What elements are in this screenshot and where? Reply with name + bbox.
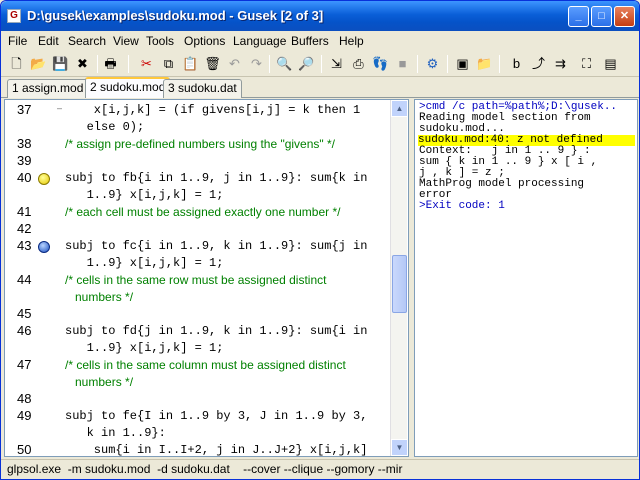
line-number-gutter: 37 – 38 39 40 41 42 43 44 45 46 47 48 49… (5, 100, 65, 456)
line-number: 49 (17, 408, 32, 423)
settings-icon[interactable]: ⚙ (423, 54, 442, 73)
menu-bar: File Edit Search View Tools Options Lang… (1, 31, 639, 51)
toolbar-separator (269, 55, 270, 73)
fullscreen-icon[interactable]: ⛶ (577, 54, 596, 73)
menu-edit[interactable]: Edit (38, 34, 59, 48)
line-number: 37 (17, 102, 32, 117)
tab-sudoku-dat[interactable]: 3 sudoku.dat (163, 79, 242, 98)
tab-sudoku-mod[interactable]: 2 sudoku.mod (85, 77, 171, 98)
status-bar: glpsol.exe -m sudoku.mod -d sudoku.dat -… (1, 459, 639, 479)
close-button[interactable]: ✕ (614, 6, 635, 27)
save-file-icon[interactable]: 💾 (51, 54, 70, 73)
redo-icon[interactable]: ↷ (247, 54, 266, 73)
toolbar-separator (447, 55, 448, 73)
copy-icon[interactable]: ⧉ (159, 54, 178, 73)
toolbar-separator (417, 55, 418, 73)
code-editor[interactable]: 37 – 38 39 40 41 42 43 44 45 46 47 48 49… (4, 99, 409, 457)
code-line: 1..9} x[i,j,k] = 1; (65, 341, 224, 355)
menu-tools[interactable]: Tools (146, 34, 174, 48)
line-number: 47 (17, 357, 32, 372)
code-comment: numbers */ (65, 290, 134, 304)
close-file-icon[interactable]: ✖ (73, 54, 92, 73)
code-line: sum{i in I..I+2, j in J..J+2} x[i,j,k] (65, 443, 368, 456)
print-icon[interactable]: 🖶 (101, 54, 120, 73)
menu-buffers[interactable]: Buffers (291, 34, 329, 48)
vertical-scrollbar[interactable]: ▲ ▼ (390, 100, 408, 456)
code-line: 1..9} x[i,j,k] = 1; (65, 188, 224, 202)
undo-icon[interactable]: ↶ (225, 54, 244, 73)
buffer-tabs: 1 assign.mod 2 sudoku.mod 3 sudoku.dat (1, 77, 639, 98)
compile-icon[interactable]: ⎙ (349, 54, 368, 73)
toolbar-separator (499, 55, 500, 73)
window-title: D:\gusek\examples\sudoku.mod - Gusek [2 … (27, 8, 324, 23)
code-line: subj to fb{i in 1..9, j in 1..9}: sum{k … (65, 171, 368, 185)
code-comment: numbers */ (65, 375, 134, 389)
menu-options[interactable]: Options (184, 34, 225, 48)
app-icon: G (7, 9, 21, 23)
code-area[interactable]: x[i,j,k] = (if givens[i,j] = k then 1 el… (65, 100, 390, 456)
code-line: x[i,j,k] = (if givens[i,j] = k then 1 (65, 103, 361, 117)
go-to-icon[interactable]: ⇲ (327, 54, 346, 73)
menu-search[interactable]: Search (68, 34, 106, 48)
code-line: subj to fd{j in 1..9, k in 1..9}: sum{i … (65, 324, 368, 338)
code-line: subj to fc{i in 1..9, k in 1..9}: sum{j … (65, 239, 368, 253)
bookmark-marker[interactable] (38, 173, 50, 185)
jump-icon[interactable]: ⤴ (529, 54, 548, 73)
console-icon[interactable]: ▣ (453, 54, 472, 73)
line-number: 38 (17, 136, 32, 151)
maximize-button[interactable]: □ (591, 6, 612, 27)
code-comment: /* each cell must be assigned exactly on… (65, 205, 341, 219)
line-number: 39 (17, 153, 32, 168)
stop-icon[interactable]: ■ (393, 54, 412, 73)
menu-help[interactable]: Help (339, 34, 364, 48)
line-number: 43 (17, 238, 32, 253)
paste-icon[interactable]: 📋 (181, 54, 200, 73)
line-number: 42 (17, 221, 32, 236)
line-number: 40 (17, 170, 32, 185)
code-comment: /* cells in the same column must be assi… (65, 358, 346, 372)
title-bar[interactable]: G D:\gusek\examples\sudoku.mod - Gusek [… (1, 1, 639, 31)
find-icon[interactable]: 🔍 (275, 54, 294, 73)
toolbar-separator (321, 55, 322, 73)
code-comment: /* assign pre-defined numbers using the … (65, 137, 336, 151)
toolbar-separator (97, 55, 98, 73)
code-line: else 0); (65, 120, 145, 134)
app-window: G D:\gusek\examples\sudoku.mod - Gusek [… (0, 0, 640, 480)
fold-marker[interactable]: – (57, 103, 62, 113)
output-pane[interactable]: >cmd /c path=%path%;D:\gusek.. Reading m… (414, 99, 638, 457)
menu-file[interactable]: File (8, 34, 27, 48)
menu-language[interactable]: Language (233, 34, 286, 48)
run-icon[interactable]: 👣 (371, 54, 390, 73)
tab-assign-mod[interactable]: 1 assign.mod (7, 79, 89, 98)
minimize-button[interactable]: _ (568, 6, 589, 27)
folder-icon[interactable]: 📁 (475, 54, 494, 73)
line-number: 41 (17, 204, 32, 219)
line-number: 44 (17, 272, 32, 287)
code-line: k in 1..9}: (65, 426, 166, 440)
new-file-icon[interactable]: 🗋 (7, 54, 26, 73)
toolbar-separator (128, 55, 129, 73)
code-line: 1..9} x[i,j,k] = 1; (65, 256, 224, 270)
line-number: 45 (17, 306, 32, 321)
error-marker[interactable] (38, 241, 50, 253)
code-line: subj to fe{I in 1..9 by 3, J in 1..9 by … (65, 409, 368, 423)
cut-icon[interactable]: ✂ (137, 54, 156, 73)
output-line: >Exit code: 1 (419, 200, 505, 212)
window-icon[interactable]: ▤ (601, 54, 620, 73)
code-comment: /* cells in the same row must be assigne… (65, 273, 327, 287)
line-number: 50 (17, 442, 32, 457)
scroll-up-arrow-icon[interactable]: ▲ (391, 100, 408, 117)
scroll-down-arrow-icon[interactable]: ▼ (391, 439, 408, 456)
toolbar: 🗋 📂 💾 ✖ 🖶 ✂ ⧉ 📋 🗑 ↶ ↷ 🔍 🔎 ⇲ ⎙ 👣 ■ ⚙ ▣ 📁 … (1, 51, 639, 77)
find-replace-icon[interactable]: 🔎 (297, 54, 316, 73)
delete-icon[interactable]: 🗑 (203, 54, 222, 73)
menu-view[interactable]: View (113, 34, 139, 48)
find-next-icon[interactable]: ⇉ (551, 54, 570, 73)
bold-b-icon[interactable]: b (507, 54, 526, 73)
line-number: 48 (17, 391, 32, 406)
open-file-icon[interactable]: 📂 (29, 54, 48, 73)
line-number: 46 (17, 323, 32, 338)
scroll-thumb[interactable] (392, 255, 407, 313)
